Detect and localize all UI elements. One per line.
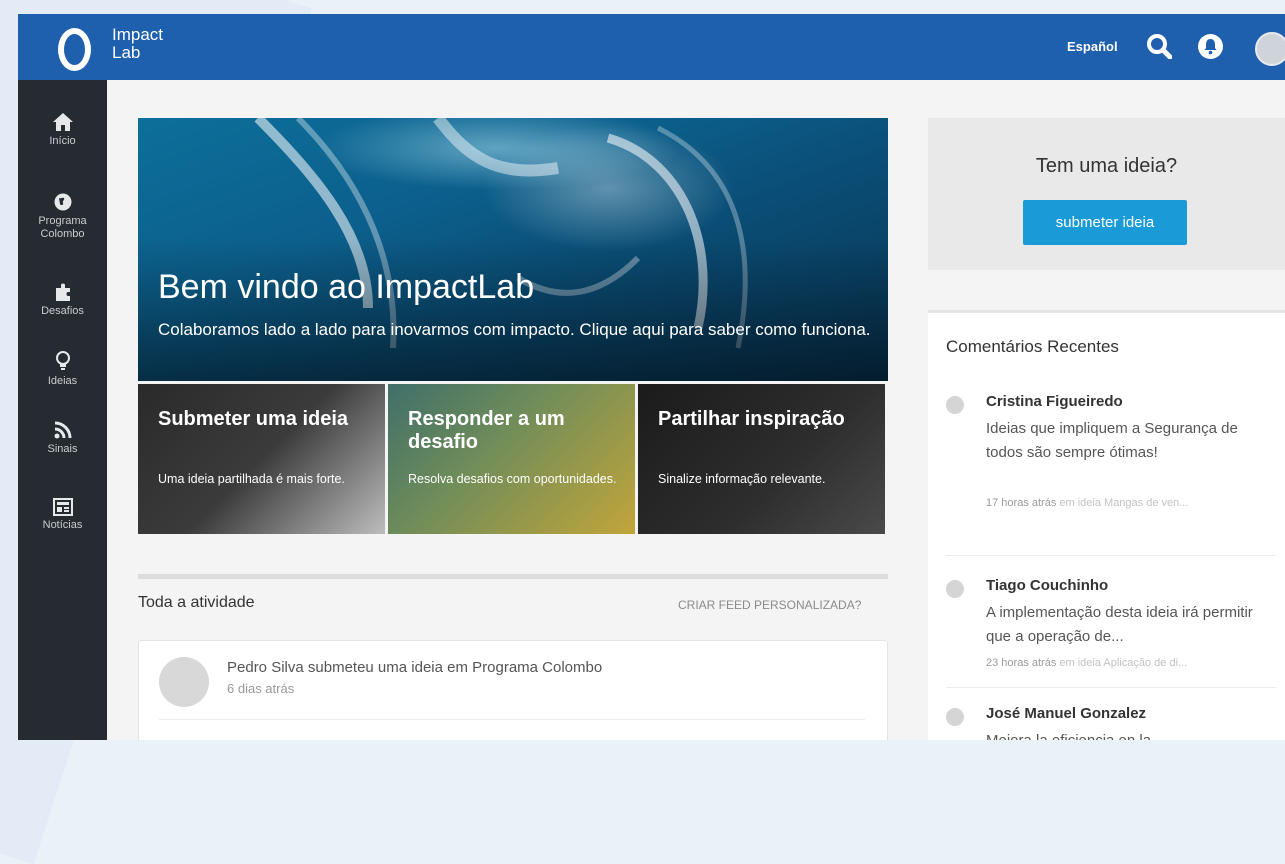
- comment-text: Ideias que impliquem a Segurança de todo…: [986, 420, 1238, 461]
- tile-description: Sinalize informação relevante.: [658, 472, 826, 486]
- hero-title: Bem vindo ao ImpactLab: [158, 268, 535, 306]
- feed-divider: [138, 574, 888, 579]
- logo-line-1: Impact: [112, 25, 164, 44]
- idea-prompt-box: Tem uma ideia? submeter ideia: [928, 118, 1285, 270]
- logo-text[interactable]: Impact Lab: [112, 26, 163, 62]
- home-icon: [52, 113, 73, 131]
- impactlab-logo-icon[interactable]: [58, 28, 91, 71]
- comment-avatar: [946, 580, 964, 598]
- sidebar-item-noticias[interactable]: Notícias: [18, 498, 107, 532]
- sidebar-item-label-line2: Colombo: [40, 228, 85, 240]
- idea-question: Tem uma ideia?: [1035, 155, 1178, 177]
- comment-time: 23 horas atrás: [986, 657, 1057, 669]
- comment-text: Mejora la eficiencia en la: [986, 729, 1276, 740]
- notifications-bell-icon[interactable]: [1198, 34, 1223, 59]
- globe-icon: [54, 193, 71, 211]
- comment-text: A implementação desta ideia irá permitir…: [986, 604, 1253, 645]
- comment-avatar: [946, 708, 964, 726]
- puzzle-icon: [55, 283, 70, 301]
- hero-subtitle: Colaboramos lado a lado para inovarmos c…: [158, 320, 871, 339]
- activity-item: Pedro Silva submeteu uma ideia em Progra…: [138, 640, 888, 740]
- comment-author[interactable]: José Manuel Gonzalez: [986, 705, 1146, 722]
- activity-user-avatar[interactable]: [159, 657, 209, 707]
- tile-description: Uma ideia partilhada é mais forte.: [158, 472, 345, 486]
- sidebar-item-ideias[interactable]: Ideias: [18, 350, 107, 388]
- feed-title: Toda a atividade: [138, 594, 255, 611]
- comment-separator: [946, 555, 1276, 556]
- app-window: Impact Lab Español Início Programa Colom…: [18, 14, 1285, 740]
- comment-separator: [946, 687, 1276, 688]
- tile-title: Responder a um desafio: [408, 408, 565, 453]
- language-switch[interactable]: Español: [1067, 39, 1118, 54]
- search-icon[interactable]: [1146, 33, 1173, 60]
- sidebar-item-label: Ideias: [47, 375, 78, 387]
- comment-meta: 23 horas atrás em ideia Aplicação de di.…: [986, 657, 1187, 669]
- lightbulb-icon: [55, 351, 70, 370]
- welcome-hero-banner[interactable]: Bem vindo ao ImpactLab Colaboramos lado …: [138, 118, 888, 381]
- comment-time: 17 horas atrás: [986, 497, 1057, 509]
- user-avatar[interactable]: [1255, 32, 1285, 66]
- tile-description: Resolva desafios com oportunidades.: [408, 472, 617, 486]
- tile-title: Submeter uma ideia: [158, 408, 349, 430]
- comment-source-link[interactable]: em ideia Aplicação de di...: [1059, 657, 1187, 669]
- sidebar-item-label: Sinais: [47, 443, 78, 455]
- comment-avatar: [946, 396, 964, 414]
- sidebar-item-programa-colombo[interactable]: Programa Colombo: [18, 192, 107, 241]
- activity-text: Pedro Silva submeteu uma ideia em Progra…: [227, 659, 602, 676]
- sidebar-item-label: Início: [49, 135, 76, 147]
- tile-share-inspiration[interactable]: Partilhar inspiração Sinalize informação…: [638, 384, 885, 534]
- activity-divider: [159, 719, 865, 720]
- tile-answer-challenge[interactable]: Responder a um desafio Resolva desafios …: [388, 384, 635, 534]
- activity-action: submeteu uma ideia em Programa Colombo: [307, 659, 603, 676]
- activity-user-name[interactable]: Pedro Silva: [227, 659, 304, 676]
- sidebar-item-label: Desafios: [41, 305, 84, 317]
- rss-icon: [54, 421, 71, 439]
- tile-title: Partilhar inspiração: [658, 408, 845, 430]
- top-header: Impact Lab Español: [18, 14, 1285, 80]
- sidebar: Início Programa Colombo Desafios Ideias: [18, 80, 107, 740]
- activity-time: 6 dias atrás: [227, 681, 295, 696]
- comment-source-link[interactable]: em ideia Mangas de ven...: [1059, 497, 1188, 509]
- recent-comments-title: Comentários Recentes: [946, 337, 1119, 356]
- sidebar-item-inicio[interactable]: Início: [18, 112, 107, 148]
- sidebar-item-label: Notícias: [42, 519, 83, 531]
- recent-comments-panel: Comentários Recentes Cristina Figueiredo…: [928, 310, 1285, 740]
- comment-meta: 17 horas atrás em ideia Mangas de ven...: [986, 497, 1188, 509]
- comment-author[interactable]: Tiago Couchinho: [986, 577, 1108, 594]
- sidebar-item-sinais[interactable]: Sinais: [18, 420, 107, 456]
- newspaper-icon: [52, 498, 73, 516]
- logo-line-2: Lab: [112, 43, 141, 62]
- tile-submit-idea[interactable]: Submeter uma ideia Uma ideia partilhada …: [138, 384, 385, 534]
- sidebar-item-desafios[interactable]: Desafios: [18, 282, 107, 318]
- create-custom-feed-link[interactable]: CRIAR FEED PERSONALIZADA?: [678, 598, 861, 612]
- comment-author[interactable]: Cristina Figueiredo: [986, 393, 1123, 410]
- sidebar-item-label-line1: Programa: [38, 215, 87, 227]
- submit-idea-button[interactable]: submeter ideia: [1023, 200, 1187, 245]
